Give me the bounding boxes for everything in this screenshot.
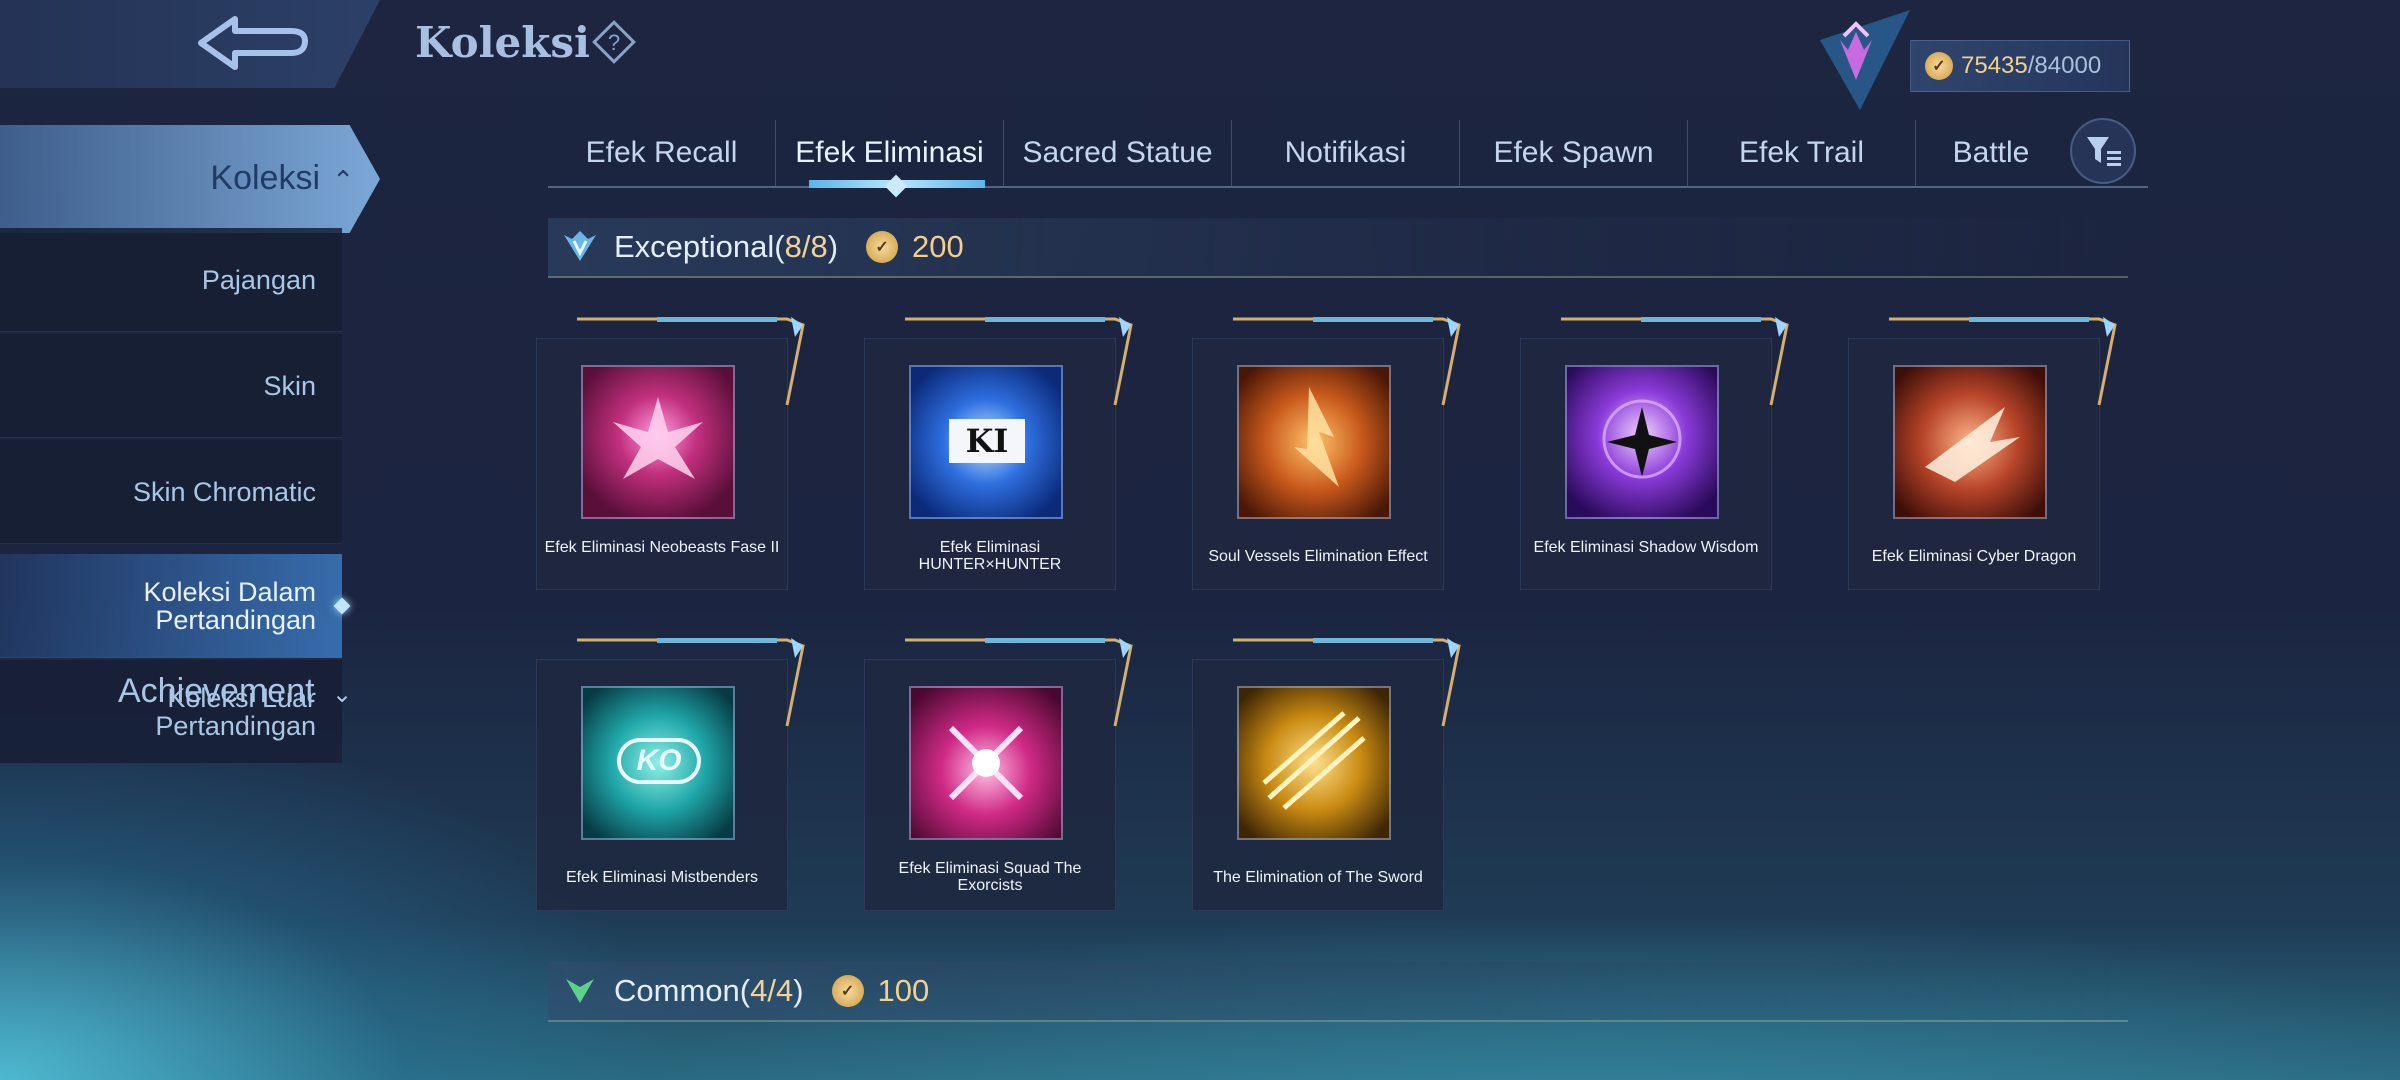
effect-thumbnail xyxy=(1237,686,1391,840)
sidebar-item-label: Skin xyxy=(263,370,316,401)
exceptional-rank-icon xyxy=(564,231,596,261)
tab-efek-spawn[interactable]: Efek Spawn xyxy=(1460,120,1688,186)
sidebar-item-skin[interactable]: Skin xyxy=(0,334,342,438)
effect-card[interactable]: Efek Eliminasi Neobeasts Fase II xyxy=(536,317,805,590)
section-points: 200 xyxy=(912,229,964,264)
chevron-down-icon: ⌄ xyxy=(332,681,353,708)
chevron-up-icon: ⌃ xyxy=(332,165,354,195)
effect-thumbnail xyxy=(1565,365,1719,519)
effect-mark: KO xyxy=(617,738,701,784)
section-coin-icon: ✓ xyxy=(866,231,899,263)
sidebar-main-koleksi[interactable]: Koleksi ⌃ xyxy=(0,125,380,233)
tab-battle[interactable]: Battle xyxy=(1916,120,2066,186)
points-display: ✓ 75435 / 84000 xyxy=(1910,40,2130,92)
effect-name: Efek Eliminasi Neobeasts Fase II xyxy=(544,539,780,556)
effect-card[interactable]: Efek Eliminasi Shadow Wisdom xyxy=(1520,317,1789,590)
effect-card[interactable]: The Elimination of The Sword xyxy=(1192,638,1461,911)
tab-label: Efek Spawn xyxy=(1493,136,1654,169)
back-button[interactable] xyxy=(190,12,320,78)
tab-label: Efek Trail xyxy=(1738,136,1865,169)
effect-thumbnail xyxy=(1893,365,2047,519)
filter-icon xyxy=(2087,137,2121,166)
sidebar-item-label: Koleksi Dalam Pertandingan xyxy=(143,576,316,635)
points-separator: / xyxy=(2027,52,2035,79)
effect-card[interactable]: Soul Vessels Elimination Effect xyxy=(1192,317,1461,590)
section-count: 4/4 xyxy=(750,973,794,1008)
sidebar-item-label: Pajangan xyxy=(201,264,316,295)
effect-name: Soul Vessels Elimination Effect xyxy=(1208,548,1428,565)
sidebar-item-pajangan[interactable]: Pajangan xyxy=(0,228,342,332)
section-exceptional-header: Exceptional(8/8) ✓ 200 xyxy=(548,218,2128,278)
page-title: Koleksi xyxy=(415,18,590,67)
sidebar-achievement[interactable]: Achievement ⌄ xyxy=(118,672,352,711)
section-title-close: ) xyxy=(827,229,839,264)
section-points: 100 xyxy=(877,973,930,1008)
tab-efek-recall[interactable]: Efek Recall xyxy=(548,120,776,186)
tab-efek-eliminasi[interactable]: Efek Eliminasi xyxy=(776,120,1004,198)
effect-thumbnail: KI xyxy=(909,365,1063,519)
effect-thumbnail xyxy=(581,365,735,519)
section-common-header: Common(4/4) ✓ 100 xyxy=(548,962,2128,1022)
top-bar: Koleksi ? ✓ 75435 / 84000 xyxy=(0,0,2400,110)
sidebar-item-skin-chromatic[interactable]: Skin Chromatic xyxy=(0,440,342,544)
sidebar-item-koleksi-dalam-pertandingan[interactable]: Koleksi Dalam Pertandingan xyxy=(0,554,351,658)
effect-card[interactable]: KI Efek Eliminasi HUNTER×HUNTER xyxy=(864,317,1133,590)
section-title-close: ) xyxy=(793,973,804,1008)
tab-label: Notifikasi xyxy=(1284,136,1407,169)
sidebar-item-label: Skin Chromatic xyxy=(132,476,316,507)
effect-card[interactable]: KO Efek Eliminasi Mistbenders xyxy=(536,638,805,911)
filter-button[interactable] xyxy=(2070,118,2136,184)
effect-name: Efek Eliminasi Squad The Exorcists xyxy=(898,860,1082,894)
tab-label: Efek Recall xyxy=(585,136,738,169)
effect-card[interactable]: Efek Eliminasi Cyber Dragon xyxy=(1848,317,2117,590)
effect-thumbnail xyxy=(1237,365,1391,519)
tab-label: Sacred Statue xyxy=(1022,136,1213,169)
tab-bar: Efek Recall Efek Eliminasi Sacred Statue… xyxy=(548,120,2148,198)
effect-card[interactable]: Efek Eliminasi Squad The Exorcists xyxy=(864,638,1133,911)
common-rank-icon xyxy=(566,979,594,1003)
points-coin-icon: ✓ xyxy=(1925,52,1953,80)
effect-thumbnail: KO xyxy=(581,686,735,840)
section-title: Exceptional( xyxy=(614,229,785,264)
svg-text:?: ? xyxy=(608,30,620,55)
tab-efek-trail[interactable]: Efek Trail xyxy=(1688,120,1916,186)
effect-name: Efek Eliminasi Cyber Dragon xyxy=(1871,548,2077,565)
collection-points: ✓ 75435 / 84000 xyxy=(1800,10,2130,110)
effect-name: Efek Eliminasi Mistbenders xyxy=(565,869,759,886)
effect-name: Efek Eliminasi HUNTER×HUNTER xyxy=(918,539,1062,573)
tab-label: Efek Eliminasi xyxy=(795,136,984,169)
active-indicator xyxy=(333,597,351,615)
help-icon[interactable]: ? xyxy=(590,18,638,66)
tab-notifikasi[interactable]: Notifikasi xyxy=(1232,120,1460,186)
points-max: 84000 xyxy=(2034,52,2102,79)
effect-mark: KI xyxy=(949,419,1025,463)
effect-name: The Elimination of The Sword xyxy=(1213,869,1423,886)
tab-active-caret xyxy=(884,174,908,198)
achievement-label: Achievement xyxy=(118,672,315,710)
points-current: 75435 xyxy=(1961,52,2028,79)
sidebar-main-label: Koleksi xyxy=(210,159,320,197)
back-arrow-icon xyxy=(198,16,308,70)
section-count: 8/8 xyxy=(784,229,828,264)
effect-name: Efek Eliminasi Shadow Wisdom xyxy=(1533,539,1759,556)
effect-thumbnail xyxy=(909,686,1063,840)
section-coin-icon: ✓ xyxy=(831,975,864,1007)
tab-sacred-statue[interactable]: Sacred Statue xyxy=(1004,120,1232,186)
tab-label: Battle xyxy=(1952,136,2030,169)
section-title: Common( xyxy=(614,973,751,1008)
